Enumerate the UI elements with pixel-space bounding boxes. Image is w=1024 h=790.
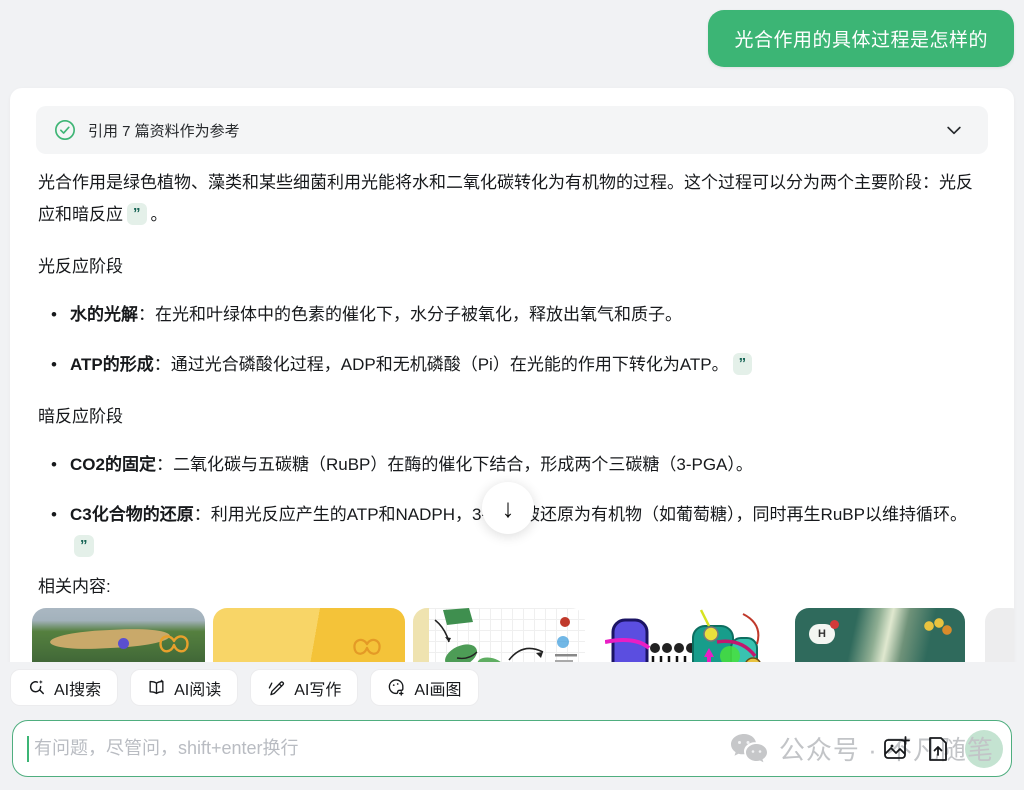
field-decoration xyxy=(50,627,171,651)
upload-file-icon[interactable] xyxy=(924,735,952,763)
ai-write-label: AI写作 xyxy=(294,676,341,700)
bullet-text: ：二氧化碳与五碳糖（RuBP）在酶的催化下结合，形成两个三碳糖（3-PGA）。 xyxy=(156,455,753,474)
chat-screen: 光合作用的具体过程是怎样的 引用 7 篇资料作为参考 光合作用是绿色植物、藻类和… xyxy=(0,0,1024,790)
section-heading-dark-reaction: 暗反应阶段 xyxy=(38,401,986,433)
section-heading-light-reaction: 光反应阶段 xyxy=(38,251,986,283)
bullet-lead: 水的光解 xyxy=(70,305,138,324)
ai-read-label: AI阅读 xyxy=(174,676,221,700)
chevron-down-icon[interactable] xyxy=(944,120,964,140)
figure-dot xyxy=(118,638,129,649)
list-item: 水的光解：在光和叶绿体中的色素的催化下，水分子被氧化，释放出氧气和质子。 xyxy=(38,299,986,331)
footer: AI搜索 AI阅读 AI写作 xyxy=(0,662,1024,790)
ai-draw-label: AI画图 xyxy=(414,676,461,700)
related-content-label: 相关内容: xyxy=(38,572,111,597)
bullet-lead: CO2的固定 xyxy=(70,455,156,474)
ai-write-button[interactable]: AI写作 xyxy=(250,669,358,706)
ai-read-button[interactable]: AI阅读 xyxy=(130,669,238,706)
ai-write-icon xyxy=(267,678,286,697)
answer-intro-paragraph: 光合作用是绿色植物、藻类和某些细菌利用光能将水和二氧化碳转化为有机物的过程。这个… xyxy=(38,167,986,231)
user-message-text: 光合作用的具体过程是怎样的 xyxy=(734,25,988,52)
ai-toolbar: AI搜索 AI阅读 AI写作 xyxy=(0,662,1024,706)
message-input-box[interactable]: 公众号 · 不凡随笔 xyxy=(12,720,1012,777)
assistant-answer-card: 引用 7 篇资料作为参考 光合作用是绿色植物、藻类和某些细菌利用光能将水和二氧化… xyxy=(10,88,1014,680)
citation-header-label: 引用 7 篇资料作为参考 xyxy=(88,120,240,141)
molecule-cluster xyxy=(923,618,953,640)
ai-draw-button[interactable]: AI画图 xyxy=(370,669,478,706)
add-image-icon[interactable] xyxy=(882,735,910,763)
user-message-bubble: 光合作用的具体过程是怎样的 xyxy=(708,10,1014,67)
bullet-text: ：利用光反应产生的ATP和NADPH，3-PGA被还原为有机物（如葡萄糖），同时… xyxy=(194,505,967,524)
bullet-lead: ATP的形成 xyxy=(70,355,154,374)
ai-draw-icon xyxy=(387,678,406,697)
citation-sources-header[interactable]: 引用 7 篇资料作为参考 xyxy=(36,106,988,154)
check-circle-icon xyxy=(54,119,76,141)
message-input[interactable] xyxy=(34,738,997,759)
down-arrow-icon: ↓ xyxy=(502,493,515,524)
ai-search-label: AI搜索 xyxy=(54,676,101,700)
send-button[interactable] xyxy=(965,730,1003,768)
ai-read-icon xyxy=(147,678,166,697)
h-plus-molecule: H xyxy=(809,624,835,644)
bullet-lead: C3化合物的还原 xyxy=(70,505,194,524)
list-item: CO2的固定：二氧化碳与五碳糖（RuBP）在酶的催化下结合，形成两个三碳糖（3-… xyxy=(38,449,986,481)
text-cursor xyxy=(27,736,29,762)
ai-search-icon xyxy=(27,678,46,697)
butterfly-logo-icon xyxy=(351,632,383,660)
citation-chip[interactable]: ” xyxy=(127,203,147,225)
intro-suffix: 。 xyxy=(151,205,168,224)
citation-chip[interactable]: ” xyxy=(74,535,94,557)
bullet-text: ：通过光合磷酸化过程，ADP和无机磷酸（Pi）在光能的作用下转化为ATP。 xyxy=(154,355,729,374)
light-reaction-list: 水的光解：在光和叶绿体中的色素的催化下，水分子被氧化，释放出氧气和质子。 ATP… xyxy=(38,299,986,381)
ai-search-button[interactable]: AI搜索 xyxy=(10,669,118,706)
list-item: ATP的形成：通过光合磷酸化过程，ADP和无机磷酸（Pi）在光能的作用下转化为A… xyxy=(38,349,986,381)
bullet-text: ：在光和叶绿体中的色素的催化下，水分子被氧化，释放出氧气和质子。 xyxy=(138,305,682,324)
citation-chip[interactable]: ” xyxy=(733,353,753,375)
scroll-down-button[interactable]: ↓ xyxy=(482,482,534,534)
butterfly-logo-icon xyxy=(157,628,191,658)
intro-text: 光合作用是绿色植物、藻类和某些细菌利用光能将水和二氧化碳转化为有机物的过程。这个… xyxy=(38,173,973,224)
